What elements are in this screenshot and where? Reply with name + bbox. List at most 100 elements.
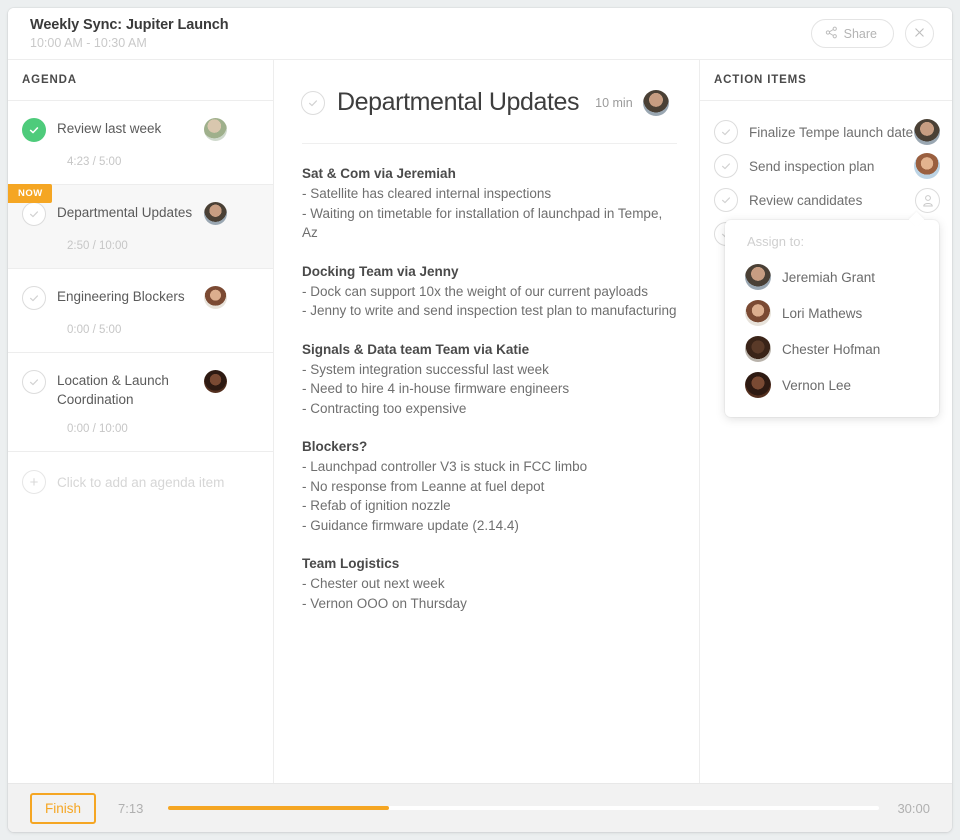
action-item-send-inspection-plan[interactable]: Send inspection plan (714, 149, 940, 183)
agenda-row: Engineering Blockers (22, 286, 259, 310)
note-block: Blockers? - Launchpad controller V3 is s… (302, 437, 677, 535)
note-line: - Need to hire 4 in-house firmware engin… (302, 381, 570, 396)
assign-option-label: Chester Hofman (782, 341, 881, 357)
assign-option-vernon-lee[interactable]: Vernon Lee (725, 367, 939, 403)
close-button[interactable] (905, 19, 934, 48)
agenda-row: Location & Launch Coordination (22, 370, 259, 409)
avatar (745, 300, 771, 326)
agenda-header: AGENDA (8, 60, 273, 101)
add-agenda-item-label: Click to add an agenda item (57, 474, 225, 490)
agenda-item-time: 0:00 / 5:00 (67, 324, 122, 336)
action-item-finalize-tempe-launch-date[interactable]: Finalize Tempe launch date (714, 115, 940, 149)
agenda-item-location-launch-coordination[interactable]: Location & Launch Coordination 0:00 / 10… (8, 353, 273, 452)
notes-header: Departmental Updates 10 min (274, 60, 699, 117)
avatar (745, 372, 771, 398)
share-button-label: Share (843, 26, 877, 41)
progress-bar-fill (168, 806, 389, 810)
close-icon (914, 26, 925, 41)
page-title: Weekly Sync: Jupiter Launch (30, 16, 229, 33)
note-line: - Vernon OOO on Thursday (302, 595, 467, 611)
note-line: - Waiting on timetable for installation … (302, 205, 663, 241)
note-line: - Jenny to write and send inspection tes… (302, 303, 677, 318)
main-body: AGENDA Review last week 4:23 / 5:00 NOW … (8, 60, 952, 783)
note-line: - Refab of ignition nozzle (302, 498, 451, 513)
notes-panel: Departmental Updates 10 min Sat & Com vi… (274, 60, 700, 783)
checkbox-icon[interactable] (714, 154, 738, 178)
note-block: Sat & Com via Jeremiah - Satellite has c… (302, 164, 677, 243)
avatar (745, 264, 771, 290)
checkbox-done-icon[interactable] (22, 118, 46, 142)
assign-option-jeremiah-grant[interactable]: Jeremiah Grant (725, 259, 939, 295)
note-line: - No response from Leanne at fuel depot (302, 478, 545, 494)
meeting-time-range: 10:00 AM - 10:30 AM (30, 35, 147, 50)
avatar (204, 118, 227, 141)
note-heading: Sat & Com via Jeremiah (302, 166, 456, 181)
note-line: - Launchpad controller V3 is stuck in FC… (302, 459, 588, 474)
add-agenda-item-button[interactable]: + Click to add an agenda item (8, 452, 273, 512)
action-item-label: Send inspection plan (749, 158, 875, 174)
avatar (204, 370, 227, 393)
notes-header-row: Departmental Updates 10 min (301, 88, 679, 117)
assign-option-label: Vernon Lee (782, 377, 852, 393)
agenda-panel: AGENDA Review last week 4:23 / 5:00 NOW … (8, 60, 274, 783)
finish-button[interactable]: Finish (30, 792, 97, 824)
agenda-item-label: Location & Launch Coordination (57, 373, 169, 407)
agenda-item-time: 2:50 / 10:00 (67, 240, 128, 252)
elapsed-time: 7:13 (118, 800, 144, 816)
assign-option-lori-mathews[interactable]: Lori Mathews (725, 295, 939, 331)
agenda-item-departmental-updates[interactable]: NOW Departmental Updates 2:50 / 10:00 (8, 184, 273, 269)
agenda-item-label: Engineering Blockers (57, 289, 185, 304)
avatar[interactable] (914, 119, 940, 145)
avatar[interactable] (914, 153, 940, 179)
agenda-item-time: 0:00 / 10:00 (67, 423, 128, 435)
agenda-row: Review last week (22, 118, 259, 142)
agenda-item-label: Review last week (57, 121, 162, 136)
notes-duration: 10 min (595, 95, 633, 110)
note-line: - System integration successful last wee… (302, 361, 549, 377)
agenda-row: Departmental Updates (22, 202, 259, 226)
note-heading: Docking Team via Jenny (302, 263, 459, 279)
action-item-label: Review candidates (749, 192, 863, 208)
action-items-panel: ACTION ITEMS Finalize Tempe launch date (700, 60, 952, 783)
agenda-item-engineering-blockers[interactable]: Engineering Blockers 0:00 / 5:00 (8, 269, 273, 353)
notes-title: Departmental Updates (337, 88, 580, 116)
action-item-review-candidates[interactable]: Review candidates (714, 183, 940, 217)
note-line: - Satellite has cleared internal inspect… (302, 186, 552, 201)
checkbox-icon[interactable] (22, 370, 46, 394)
assign-to-label: Assign to: (747, 234, 805, 249)
checkbox-icon[interactable] (714, 120, 738, 144)
title-block: Weekly Sync: Jupiter Launch 10:00 AM - 1… (30, 17, 811, 51)
title-bar: Weekly Sync: Jupiter Launch 10:00 AM - 1… (8, 8, 952, 60)
note-heading: Signals & Data team Team via Katie (302, 341, 530, 357)
note-line: - Guidance firmware update (2.14.4) (302, 517, 519, 533)
assign-option-chester-hofman[interactable]: Chester Hofman (725, 331, 939, 367)
assign-option-label: Lori Mathews (782, 305, 863, 321)
note-heading: Blockers? (302, 439, 368, 454)
avatar (204, 202, 227, 225)
notes-body[interactable]: Sat & Com via Jeremiah - Satellite has c… (274, 144, 699, 783)
progress-bar[interactable] (168, 806, 880, 810)
circle-check-icon[interactable] (301, 90, 325, 115)
share-button[interactable]: Share (810, 19, 894, 48)
agenda-item-review-last-week[interactable]: Review last week 4:23 / 5:00 (8, 101, 273, 185)
agenda-item-label: Departmental Updates (57, 205, 193, 220)
note-block: Docking Team via Jenny - Dock can suppor… (302, 262, 677, 321)
meeting-window: Weekly Sync: Jupiter Launch 10:00 AM - 1… (8, 8, 952, 832)
checkbox-icon[interactable] (22, 202, 46, 226)
assign-option-label: Jeremiah Grant (782, 269, 876, 285)
avatar (642, 89, 669, 116)
checkbox-icon[interactable] (714, 188, 738, 212)
total-time: 30:00 (897, 800, 930, 816)
checkbox-icon[interactable] (22, 286, 46, 310)
note-line: - Dock can support 10x the weight of our… (302, 283, 648, 299)
note-block: Team Logistics - Chester out next week -… (302, 554, 677, 613)
assign-to-popup: Assign to: Jeremiah Grant Lori Mathews C… (725, 220, 939, 417)
person-placeholder-icon[interactable] (915, 187, 940, 213)
footer-bar: Finish 7:13 30:00 (8, 783, 952, 832)
note-block: Signals & Data team Team via Katie - Sys… (302, 340, 677, 419)
agenda-item-time: 4:23 / 5:00 (67, 156, 122, 168)
plus-icon: + (22, 470, 46, 494)
note-line: - Contracting too expensive (302, 400, 467, 416)
share-icon (825, 26, 838, 42)
action-items-header: ACTION ITEMS (700, 60, 952, 101)
